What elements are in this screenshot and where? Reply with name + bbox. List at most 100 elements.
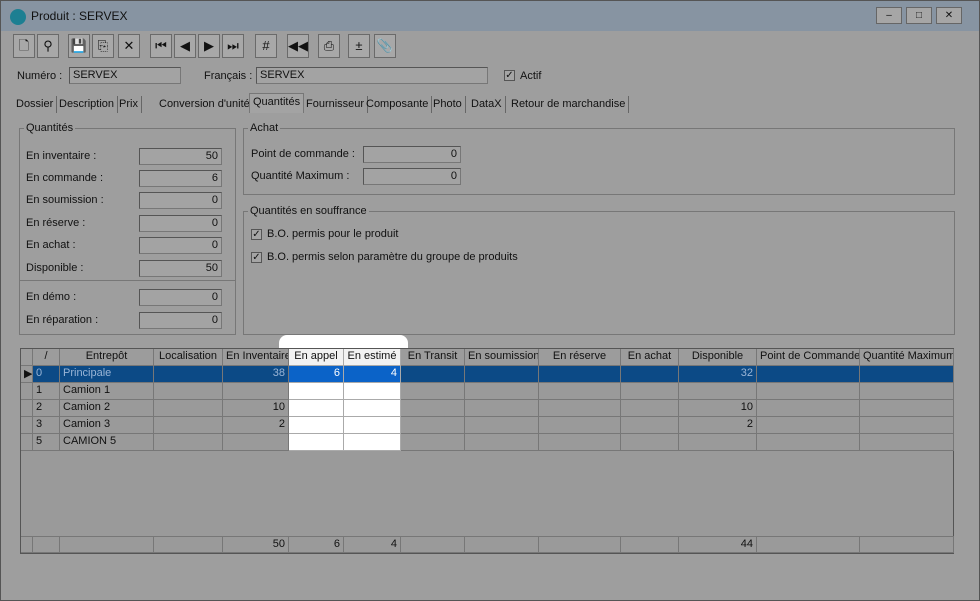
row-indicator[interactable]: ▶ bbox=[21, 366, 33, 383]
grid-cell[interactable] bbox=[860, 434, 954, 451]
column-header[interactable]: En réserve bbox=[539, 349, 621, 366]
grid-cell[interactable] bbox=[757, 434, 860, 451]
grid-cell[interactable] bbox=[465, 366, 539, 383]
column-header[interactable]: En Inventaire bbox=[223, 349, 289, 366]
grid-cell[interactable]: 10 bbox=[679, 400, 757, 417]
tab-7[interactable]: Photo bbox=[430, 96, 466, 113]
grid-cell[interactable] bbox=[289, 383, 344, 400]
renumber-button[interactable]: # bbox=[255, 34, 277, 58]
grid-cell[interactable] bbox=[860, 400, 954, 417]
save-button[interactable]: 💾 bbox=[68, 34, 90, 58]
column-header[interactable]: Localisation bbox=[154, 349, 223, 366]
attach-button[interactable]: 📎 bbox=[374, 34, 396, 58]
bo-checkbox[interactable]: ✓ bbox=[251, 252, 262, 263]
grid-cell[interactable] bbox=[289, 400, 344, 417]
rewind-button[interactable]: ◀◀ bbox=[287, 34, 309, 58]
grid-cell[interactable] bbox=[860, 417, 954, 434]
grid-cell[interactable] bbox=[223, 434, 289, 451]
grid-cell[interactable] bbox=[289, 434, 344, 451]
adjust-button[interactable]: ± bbox=[348, 34, 370, 58]
first-button[interactable]: ⏮ bbox=[150, 34, 172, 58]
bo-checkbox[interactable]: ✓ bbox=[251, 229, 262, 240]
grid-cell[interactable] bbox=[539, 366, 621, 383]
grid-cell[interactable] bbox=[757, 366, 860, 383]
column-header[interactable]: En soumission bbox=[465, 349, 539, 366]
grid-cell[interactable] bbox=[621, 434, 679, 451]
grid-cell[interactable]: Camion 1 bbox=[60, 383, 154, 400]
close-button[interactable]: ✕ bbox=[936, 7, 962, 24]
tab-6[interactable]: Composante bbox=[363, 96, 433, 113]
tab-1[interactable]: Description bbox=[56, 96, 119, 113]
grid-cell[interactable] bbox=[154, 400, 223, 417]
grid-cell[interactable] bbox=[154, 417, 223, 434]
grid-cell[interactable] bbox=[621, 366, 679, 383]
column-header[interactable]: Entrepôt bbox=[60, 349, 154, 366]
grid-cell[interactable] bbox=[860, 383, 954, 400]
tab-0[interactable]: Dossier bbox=[13, 96, 58, 113]
grid-cell[interactable]: 2 bbox=[679, 417, 757, 434]
grid-cell[interactable]: 32 bbox=[679, 366, 757, 383]
francais-field[interactable]: SERVEX bbox=[256, 67, 488, 84]
grid-cell[interactable] bbox=[539, 417, 621, 434]
tab-5[interactable]: Fournisseur bbox=[303, 96, 369, 113]
actif-checkbox[interactable]: ✓ bbox=[504, 70, 515, 81]
grid-cell[interactable]: Camion 3 bbox=[60, 417, 154, 434]
grid-cell[interactable] bbox=[344, 400, 401, 417]
grid-cell[interactable] bbox=[679, 383, 757, 400]
grid-cell[interactable] bbox=[223, 383, 289, 400]
column-header[interactable] bbox=[21, 349, 33, 366]
grid-cell[interactable] bbox=[757, 400, 860, 417]
grid-cell[interactable] bbox=[539, 434, 621, 451]
grid-cell[interactable]: 38 bbox=[223, 366, 289, 383]
column-header[interactable]: Disponible bbox=[679, 349, 757, 366]
maximize-button[interactable]: □ bbox=[906, 7, 932, 24]
grid-cell[interactable] bbox=[344, 434, 401, 451]
tab-8[interactable]: DataX bbox=[468, 96, 506, 113]
grid-cell[interactable] bbox=[757, 383, 860, 400]
last-button[interactable]: ⏭ bbox=[222, 34, 244, 58]
minimize-button[interactable]: – bbox=[876, 7, 902, 24]
row-indicator[interactable] bbox=[21, 417, 33, 434]
grid-cell[interactable] bbox=[344, 417, 401, 434]
new-button[interactable]: 🗋 bbox=[13, 34, 35, 58]
grid-cell[interactable] bbox=[465, 383, 539, 400]
grid-cell[interactable]: 2 bbox=[223, 417, 289, 434]
grid-cell[interactable] bbox=[401, 383, 465, 400]
grid-cell[interactable] bbox=[465, 400, 539, 417]
export-button[interactable]: ⎘ bbox=[92, 34, 114, 58]
column-header[interactable]: Quantité Maximum bbox=[860, 349, 954, 366]
column-header[interactable]: Point de Commande bbox=[757, 349, 860, 366]
grid-cell[interactable] bbox=[401, 417, 465, 434]
search-button[interactable]: ⚲ bbox=[37, 34, 59, 58]
grid-cell[interactable] bbox=[539, 383, 621, 400]
grid-cell[interactable]: Camion 2 bbox=[60, 400, 154, 417]
grid-cell[interactable]: 1 bbox=[33, 383, 60, 400]
grid-cell[interactable] bbox=[539, 400, 621, 417]
grid-cell[interactable]: 2 bbox=[33, 400, 60, 417]
grid-cell[interactable]: 3 bbox=[33, 417, 60, 434]
grid-cell[interactable] bbox=[401, 400, 465, 417]
grid-cell[interactable] bbox=[289, 417, 344, 434]
grid-cell[interactable] bbox=[679, 434, 757, 451]
row-indicator[interactable] bbox=[21, 400, 33, 417]
grid-cell[interactable]: Principale bbox=[60, 366, 154, 383]
grid-cell[interactable]: 4 bbox=[344, 366, 401, 383]
column-header[interactable]: / bbox=[33, 349, 60, 366]
grid-cell[interactable] bbox=[465, 417, 539, 434]
delete-button[interactable]: ✕ bbox=[118, 34, 140, 58]
numero-field[interactable]: SERVEX bbox=[69, 67, 181, 84]
grid-cell[interactable] bbox=[465, 434, 539, 451]
next-button[interactable]: ▶ bbox=[198, 34, 220, 58]
column-header[interactable]: En estimé bbox=[344, 349, 401, 366]
grid-cell[interactable]: 5 bbox=[33, 434, 60, 451]
tab-3[interactable]: Conversion d'unité bbox=[156, 96, 254, 113]
grid-cell[interactable] bbox=[154, 366, 223, 383]
previous-button[interactable]: ◀ bbox=[174, 34, 196, 58]
row-indicator[interactable] bbox=[21, 434, 33, 451]
tab-2[interactable]: Prix bbox=[116, 96, 142, 113]
grid-cell[interactable] bbox=[154, 434, 223, 451]
grid-cell[interactable] bbox=[621, 400, 679, 417]
column-header[interactable]: En appel bbox=[289, 349, 344, 366]
tab-4[interactable]: Quantités bbox=[249, 93, 305, 113]
grid-cell[interactable] bbox=[154, 383, 223, 400]
